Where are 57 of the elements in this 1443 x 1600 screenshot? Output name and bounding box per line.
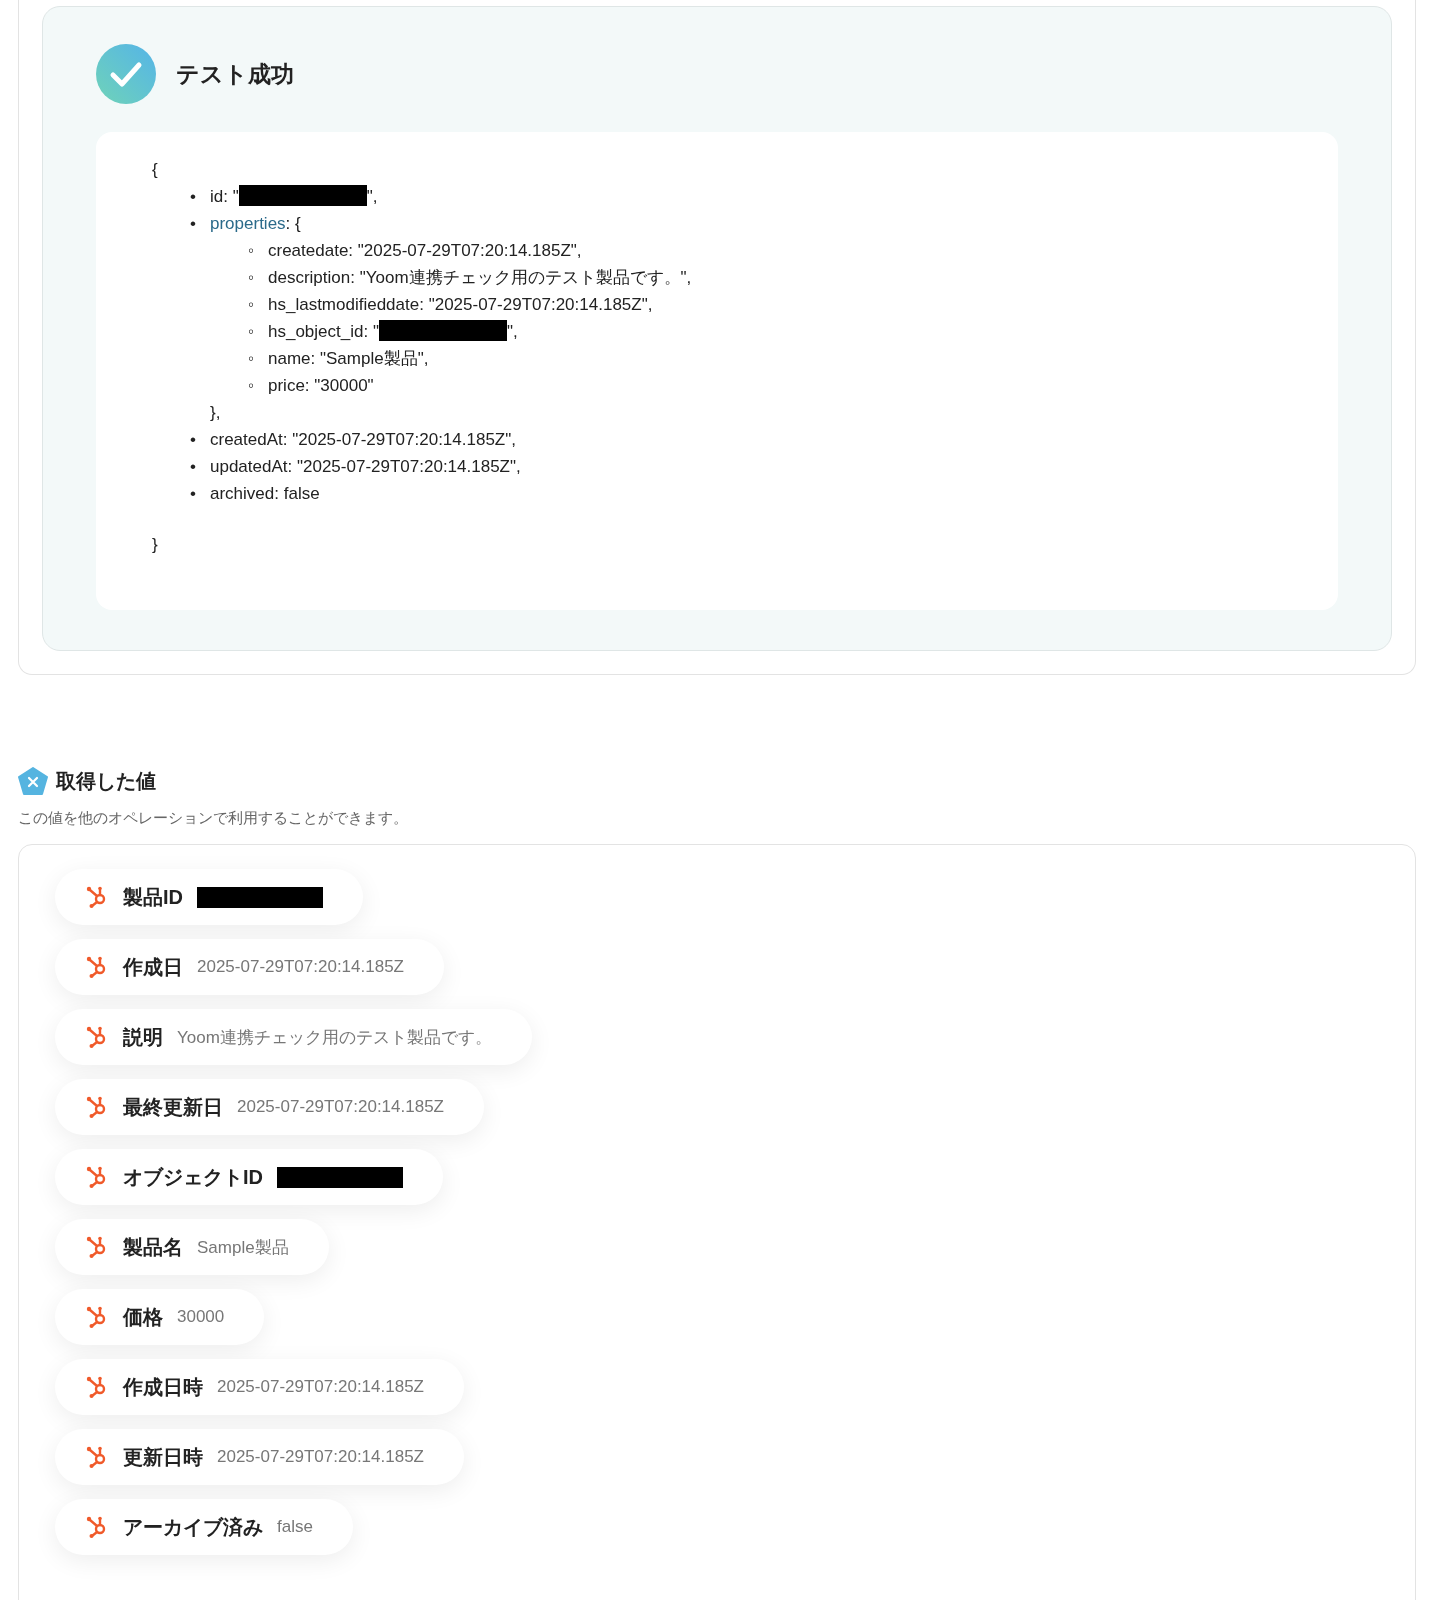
code-line: price: "30000"	[268, 375, 374, 397]
value-chip[interactable]: 作成日時 2025-07-29T07:20:14.185Z	[55, 1359, 464, 1415]
list-bullet: •	[190, 429, 197, 451]
value-label: 製品名	[123, 1234, 183, 1260]
code-line: hs_lastmodifieddate: "2025-07-29T07:20:14.185Z",	[268, 294, 653, 316]
value-label: 製品ID	[123, 884, 183, 910]
value-label: 価格	[123, 1304, 163, 1330]
value-text: Sample製品	[197, 1236, 289, 1259]
result-title: テスト成功	[176, 59, 294, 89]
value-chip[interactable]: 価格 30000	[55, 1289, 265, 1345]
value-text: 2025-07-29T07:20:14.185Z	[217, 1447, 424, 1467]
code-line: name: "Sample製品",	[268, 348, 429, 370]
value-label: 作成日時	[123, 1374, 203, 1400]
code-line: }	[152, 534, 159, 556]
list-bullet: •	[190, 456, 197, 478]
code-line: },	[210, 402, 221, 424]
code-line: {	[152, 159, 159, 181]
value-label: オブジェクトID	[123, 1164, 263, 1190]
code-line: updatedAt: "2025-07-29T07:20:14.185Z",	[210, 456, 521, 478]
value-chip[interactable]: 作成日 2025-07-29T07:20:14.185Z	[55, 939, 444, 995]
list-bullet: ◦	[248, 267, 256, 289]
value-text: 30000	[177, 1307, 225, 1327]
value-text: false	[277, 1517, 313, 1537]
list-bullet: ◦	[248, 294, 256, 316]
value-label: 更新日時	[123, 1444, 203, 1470]
pentagon-x-icon	[18, 767, 48, 795]
section-subtitle: この値を他のオペレーションで利用することができます。	[18, 809, 409, 828]
code-line: description: "Yoom連携チェック用のテスト製品です。",	[268, 267, 692, 289]
value-chip[interactable]: 最終更新日 2025-07-29T07:20:14.185Z	[55, 1079, 484, 1135]
list-bullet: •	[190, 186, 197, 208]
value-text: 2025-07-29T07:20:14.185Z	[217, 1377, 424, 1397]
value-label: 説明	[123, 1024, 163, 1050]
value-text: 2025-07-29T07:20:14.185Z	[197, 957, 404, 977]
value-label: 作成日	[123, 954, 183, 980]
value-label: アーカイブ済み	[123, 1514, 263, 1540]
code-line: properties: {	[210, 213, 301, 235]
list-bullet: ◦	[248, 375, 256, 397]
value-chip[interactable]: 製品ID	[55, 869, 363, 925]
value-chip[interactable]: 更新日時 2025-07-29T07:20:14.185Z	[55, 1429, 464, 1485]
list-bullet: •	[190, 213, 197, 235]
value-label: 最終更新日	[123, 1094, 223, 1120]
list-bullet: ◦	[248, 321, 256, 343]
value-text: 2025-07-29T07:20:14.185Z	[237, 1097, 444, 1117]
code-line: id: " ",	[210, 184, 378, 208]
list-bullet: •	[190, 483, 197, 505]
section-title: 取得した値	[56, 768, 156, 794]
code-line: createdAt: "2025-07-29T07:20:14.185Z",	[210, 429, 516, 451]
code-line: archived: false	[210, 483, 320, 505]
code-line: createdate: "2025-07-29T07:20:14.185Z",	[268, 240, 582, 262]
value-chip[interactable]: 説明 Yoom連携チェック用のテスト製品です。	[55, 1009, 532, 1065]
value-chip[interactable]: オブジェクトID	[55, 1149, 443, 1205]
code-line: hs_object_id: " ",	[268, 319, 518, 343]
list-bullet: ◦	[248, 348, 256, 370]
value-chip[interactable]: 製品名 Sample製品	[55, 1219, 329, 1275]
value-text: Yoom連携チェック用のテスト製品です。	[177, 1026, 492, 1049]
list-bullet: ◦	[248, 240, 256, 262]
value-chip[interactable]: アーカイブ済み false	[55, 1499, 353, 1555]
